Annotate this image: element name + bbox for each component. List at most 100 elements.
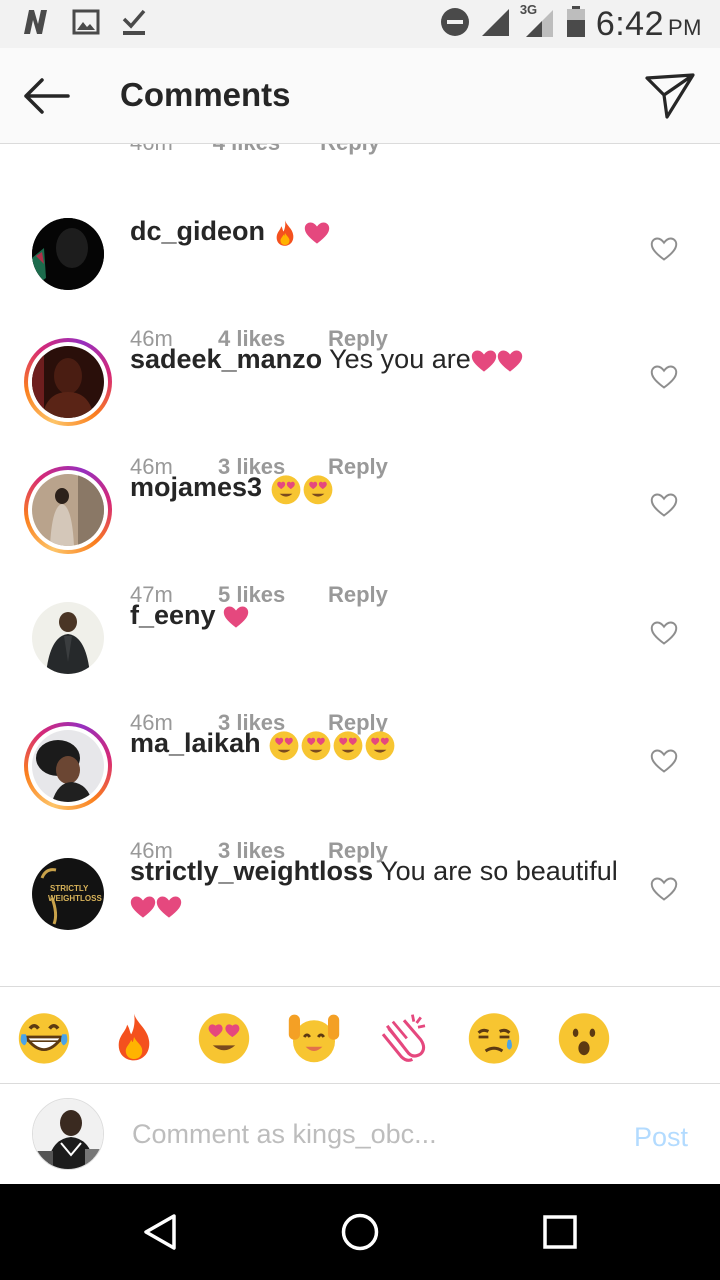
comment-username[interactable]: f_eeny	[130, 600, 216, 630]
like-button[interactable]	[650, 236, 678, 262]
like-button[interactable]	[650, 876, 678, 902]
direct-send-icon	[645, 73, 695, 119]
partial-comment-meta: 46m 4 likes Reply	[130, 144, 380, 156]
my-avatar	[32, 1098, 104, 1170]
back-triangle-icon	[144, 1214, 176, 1250]
heart-eyes-emoji	[268, 729, 300, 761]
avatar[interactable]	[24, 594, 112, 682]
nav-home-button[interactable]	[340, 1212, 380, 1252]
grinning-emoji-button[interactable]	[16, 1009, 72, 1065]
network-type-label: 3G	[519, 1, 538, 17]
clock-time: 6:42	[595, 4, 664, 43]
avatar[interactable]: STRICTLY WEIGHTLOSS	[24, 850, 112, 938]
signal-icon	[480, 7, 510, 42]
nav-recents-button[interactable]	[540, 1212, 580, 1252]
heart-eyes-emoji	[364, 729, 396, 761]
comment-likes[interactable]: 4 likes	[213, 144, 280, 156]
heart-outline-icon	[650, 876, 678, 902]
heart-eyes-emoji-icon	[196, 1009, 252, 1065]
heart-outline-icon	[650, 620, 678, 646]
image-notification-icon	[72, 9, 100, 40]
heart-emoji	[497, 349, 523, 373]
comment-text: sadeek_manzo Yes you are	[130, 342, 630, 376]
n-notification-icon	[20, 8, 52, 41]
heart-eyes-emoji	[302, 473, 334, 505]
direct-send-button[interactable]	[644, 70, 698, 124]
emoji-quick-bar	[0, 986, 720, 1084]
crying-emoji-button[interactable]	[466, 1009, 522, 1065]
reply-button[interactable]: Reply	[320, 144, 380, 156]
recents-square-icon	[543, 1215, 577, 1249]
heart-emoji	[156, 895, 182, 919]
comment-text: ma_laikah	[130, 726, 630, 761]
comment-username[interactable]: dc_gideon	[130, 216, 265, 246]
avatar	[32, 474, 104, 546]
crying-emoji-icon	[468, 1013, 520, 1064]
heart-emoji	[471, 349, 497, 373]
comment-input[interactable]	[132, 1114, 592, 1154]
avatar	[32, 346, 104, 418]
back-button[interactable]	[20, 72, 76, 120]
like-button[interactable]	[650, 620, 678, 646]
heart-eyes-emoji	[332, 729, 364, 761]
avatar-logo-text: STRICTLY	[50, 884, 89, 893]
comment-body: Yes you are	[329, 344, 471, 374]
status-time: 6:42 PM	[596, 5, 702, 44]
avatar-story-ring[interactable]	[24, 466, 112, 554]
surprised-emoji-icon	[558, 1013, 610, 1064]
avatar-story-ring[interactable]	[24, 722, 112, 810]
raised-hands-emoji-button[interactable]	[286, 1009, 342, 1065]
like-button[interactable]	[650, 364, 678, 390]
heart-eyes-emoji	[270, 473, 302, 505]
avatar-story-ring[interactable]	[24, 338, 112, 426]
avatar[interactable]	[24, 210, 112, 298]
avatar	[32, 730, 104, 802]
comment-text: strictly_weightloss You are so beautiful	[130, 854, 630, 922]
comment-composer: Post	[0, 1084, 720, 1184]
download-done-icon	[120, 7, 148, 42]
comment-time: 46m	[130, 144, 173, 156]
heart-outline-icon	[650, 492, 678, 518]
svg-text:WEIGHTLOSS: WEIGHTLOSS	[48, 894, 102, 903]
heart-outline-icon	[650, 748, 678, 774]
like-button[interactable]	[650, 492, 678, 518]
heart-emoji	[304, 221, 330, 245]
fire-emoji-icon	[112, 1011, 156, 1063]
fire-emoji	[273, 219, 297, 247]
dnd-icon	[440, 7, 470, 42]
nav-back-button[interactable]	[140, 1212, 180, 1252]
surprised-emoji-button[interactable]	[556, 1009, 612, 1065]
fire-emoji-button[interactable]	[106, 1009, 162, 1065]
grinning-emoji-icon	[18, 1013, 70, 1064]
back-arrow-icon	[24, 78, 70, 114]
clapping-hands-emoji-button[interactable]	[376, 1009, 432, 1065]
heart-emoji	[223, 605, 249, 629]
comment-text: dc_gideon	[130, 214, 630, 248]
header: Comments	[0, 48, 720, 144]
system-nav-bar	[0, 1184, 720, 1280]
signal-3g-icon: 3G	[520, 2, 556, 43]
post-button[interactable]: Post	[634, 1122, 688, 1153]
system-icons: 3G 6:42 PM	[440, 2, 702, 44]
comment-username[interactable]: mojames3	[130, 472, 262, 502]
heart-emoji	[130, 895, 156, 919]
heart-eyes-emoji-button[interactable]	[196, 1009, 252, 1065]
comment-username[interactable]: strictly_weightloss	[130, 856, 373, 886]
comment-username[interactable]: sadeek_manzo	[130, 344, 322, 374]
status-bar: 3G 6:42 PM	[0, 0, 720, 48]
raised-hands-emoji-icon	[288, 1014, 340, 1063]
clock-ampm: PM	[668, 14, 702, 40]
like-button[interactable]	[650, 748, 678, 774]
home-circle-icon	[341, 1213, 379, 1251]
battery-icon	[566, 5, 586, 43]
comment-username[interactable]: ma_laikah	[130, 728, 261, 758]
clapping-hands-emoji-icon	[381, 1014, 426, 1062]
comments-list[interactable]: 46m 4 likes Reply dc_gideon 46m 4 likes Re…	[0, 144, 720, 986]
comment-body: You are so beautiful	[380, 856, 618, 886]
page-title: Comments	[120, 76, 291, 113]
heart-outline-icon	[650, 364, 678, 390]
heart-eyes-emoji	[300, 729, 332, 761]
comment-text: mojames3	[130, 470, 630, 505]
heart-outline-icon	[650, 236, 678, 262]
notification-icons	[20, 8, 148, 40]
